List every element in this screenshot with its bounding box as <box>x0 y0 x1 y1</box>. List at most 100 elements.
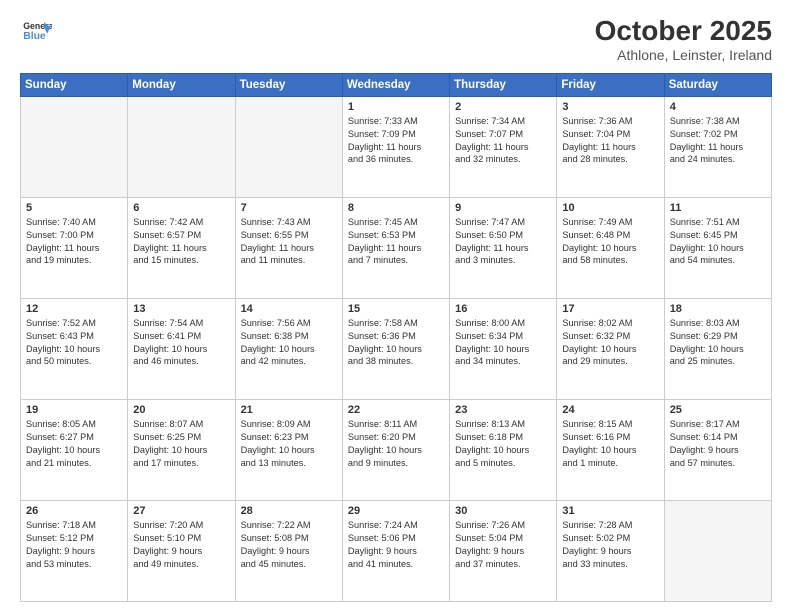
table-row: 25Sunrise: 8:17 AM Sunset: 6:14 PM Dayli… <box>664 399 771 500</box>
day-number: 5 <box>26 202 122 214</box>
table-row: 26 Sunrise: 7:18 AM Sunset: 5:12 PM Dayli… <box>21 500 128 601</box>
day-number: 2 <box>455 101 551 113</box>
day-info: Sunrise: 7:52 AM Sunset: 6:43 PM Dayligh… <box>26 317 122 369</box>
day-number: 16 <box>455 303 551 315</box>
table-row: 2 Sunrise: 7:34 AM Sunset: 7:07 PM Daylig… <box>450 96 557 197</box>
table-row: 11 Sunrise: 7:51 AM Sunset: 6:45 PM Dayli… <box>664 197 771 298</box>
day-number: 30 <box>455 505 551 517</box>
table-row: 6Sunrise: 7:42 AM Sunset: 6:57 PM Daylig… <box>128 197 235 298</box>
header: General Blue October 2025 Athlone, Leins… <box>20 16 772 63</box>
col-wednesday: Wednesday <box>342 73 449 96</box>
calendar-week-row: 19 Sunrise: 8:05 AM Sunset: 6:27 PM Dayli… <box>21 399 772 500</box>
day-number: 17 <box>562 303 658 315</box>
day-info: Sunrise: 7:24 AM Sunset: 5:06 PM Dayligh… <box>348 519 444 571</box>
logo-icon: General Blue <box>20 16 52 48</box>
day-info: Sunrise: 7:22 AM Sunset: 5:08 PM Dayligh… <box>241 519 337 571</box>
table-row <box>128 96 235 197</box>
day-info: Sunrise: 7:54 AM Sunset: 6:41 PM Dayligh… <box>133 317 229 369</box>
day-number: 13 <box>133 303 229 315</box>
day-number: 19 <box>26 404 122 416</box>
calendar-table: Sunday Monday Tuesday Wednesday Thursday… <box>20 73 772 602</box>
calendar-header-row: Sunday Monday Tuesday Wednesday Thursday… <box>21 73 772 96</box>
table-row: 29 Sunrise: 7:24 AM Sunset: 5:06 PM Dayli… <box>342 500 449 601</box>
table-row: 9Sunrise: 7:47 AM Sunset: 6:50 PM Daylig… <box>450 197 557 298</box>
col-thursday: Thursday <box>450 73 557 96</box>
day-info: Sunrise: 7:40 AM Sunset: 7:00 PM Dayligh… <box>26 216 122 268</box>
day-info: Sunrise: 7:34 AM Sunset: 7:07 PM Dayligh… <box>455 115 551 167</box>
page-title: October 2025 <box>595 16 772 47</box>
day-info: Sunrise: 7:26 AM Sunset: 5:04 PM Dayligh… <box>455 519 551 571</box>
table-row: 23Sunrise: 8:13 AM Sunset: 6:18 PM Dayli… <box>450 399 557 500</box>
col-saturday: Saturday <box>664 73 771 96</box>
table-row: 10 Sunrise: 7:49 AM Sunset: 6:48 PM Dayli… <box>557 197 664 298</box>
day-number: 24 <box>562 404 658 416</box>
day-number: 23 <box>455 404 551 416</box>
day-number: 26 <box>26 505 122 517</box>
table-row: 24Sunrise: 8:15 AM Sunset: 6:16 PM Dayli… <box>557 399 664 500</box>
table-row: 30 Sunrise: 7:26 AM Sunset: 5:04 PM Dayli… <box>450 500 557 601</box>
day-info: Sunrise: 7:28 AM Sunset: 5:02 PM Dayligh… <box>562 519 658 571</box>
table-row: 4Sunrise: 7:38 AM Sunset: 7:02 PM Daylig… <box>664 96 771 197</box>
day-number: 18 <box>670 303 766 315</box>
day-number: 14 <box>241 303 337 315</box>
col-friday: Friday <box>557 73 664 96</box>
table-row: 13 Sunrise: 7:54 AM Sunset: 6:41 PM Dayli… <box>128 298 235 399</box>
table-row: 7 Sunrise: 7:43 AM Sunset: 6:55 PM Daylig… <box>235 197 342 298</box>
table-row: 5 Sunrise: 7:40 AM Sunset: 7:00 PM Daylig… <box>21 197 128 298</box>
day-info: Sunrise: 7:56 AM Sunset: 6:38 PM Dayligh… <box>241 317 337 369</box>
table-row: 19 Sunrise: 8:05 AM Sunset: 6:27 PM Dayli… <box>21 399 128 500</box>
calendar-week-row: 5 Sunrise: 7:40 AM Sunset: 7:00 PM Daylig… <box>21 197 772 298</box>
svg-text:Blue: Blue <box>23 31 46 42</box>
day-number: 11 <box>670 202 766 214</box>
calendar-week-row: 26 Sunrise: 7:18 AM Sunset: 5:12 PM Dayli… <box>21 500 772 601</box>
day-info: Sunrise: 8:02 AM Sunset: 6:32 PM Dayligh… <box>562 317 658 369</box>
page: General Blue October 2025 Athlone, Leins… <box>0 0 792 612</box>
table-row: 22Sunrise: 8:11 AM Sunset: 6:20 PM Dayli… <box>342 399 449 500</box>
day-number: 21 <box>241 404 337 416</box>
day-info: Sunrise: 7:36 AM Sunset: 7:04 PM Dayligh… <box>562 115 658 167</box>
table-row: 12Sunrise: 7:52 AM Sunset: 6:43 PM Dayli… <box>21 298 128 399</box>
table-row: 8 Sunrise: 7:45 AM Sunset: 6:53 PM Daylig… <box>342 197 449 298</box>
calendar-week-row: 12Sunrise: 7:52 AM Sunset: 6:43 PM Dayli… <box>21 298 772 399</box>
table-row: 27Sunrise: 7:20 AM Sunset: 5:10 PM Dayli… <box>128 500 235 601</box>
day-info: Sunrise: 7:18 AM Sunset: 5:12 PM Dayligh… <box>26 519 122 571</box>
day-number: 20 <box>133 404 229 416</box>
day-info: Sunrise: 7:38 AM Sunset: 7:02 PM Dayligh… <box>670 115 766 167</box>
col-tuesday: Tuesday <box>235 73 342 96</box>
day-info: Sunrise: 8:05 AM Sunset: 6:27 PM Dayligh… <box>26 418 122 470</box>
day-info: Sunrise: 7:33 AM Sunset: 7:09 PM Dayligh… <box>348 115 444 167</box>
table-row <box>235 96 342 197</box>
table-row: 18 Sunrise: 8:03 AM Sunset: 6:29 PM Dayli… <box>664 298 771 399</box>
logo: General Blue <box>20 16 52 48</box>
day-number: 7 <box>241 202 337 214</box>
table-row: 20 Sunrise: 8:07 AM Sunset: 6:25 PM Dayli… <box>128 399 235 500</box>
table-row: 28 Sunrise: 7:22 AM Sunset: 5:08 PM Dayli… <box>235 500 342 601</box>
day-info: Sunrise: 7:49 AM Sunset: 6:48 PM Dayligh… <box>562 216 658 268</box>
table-row: 1 Sunrise: 7:33 AM Sunset: 7:09 PM Daylig… <box>342 96 449 197</box>
day-info: Sunrise: 8:07 AM Sunset: 6:25 PM Dayligh… <box>133 418 229 470</box>
day-number: 6 <box>133 202 229 214</box>
day-number: 28 <box>241 505 337 517</box>
day-number: 3 <box>562 101 658 113</box>
day-number: 10 <box>562 202 658 214</box>
col-sunday: Sunday <box>21 73 128 96</box>
day-number: 29 <box>348 505 444 517</box>
table-row: 17 Sunrise: 8:02 AM Sunset: 6:32 PM Dayli… <box>557 298 664 399</box>
calendar-week-row: 1 Sunrise: 7:33 AM Sunset: 7:09 PM Daylig… <box>21 96 772 197</box>
table-row: 3 Sunrise: 7:36 AM Sunset: 7:04 PM Daylig… <box>557 96 664 197</box>
day-number: 1 <box>348 101 444 113</box>
day-info: Sunrise: 8:11 AM Sunset: 6:20 PM Dayligh… <box>348 418 444 470</box>
day-number: 9 <box>455 202 551 214</box>
day-info: Sunrise: 8:00 AM Sunset: 6:34 PM Dayligh… <box>455 317 551 369</box>
day-info: Sunrise: 7:58 AM Sunset: 6:36 PM Dayligh… <box>348 317 444 369</box>
day-number: 31 <box>562 505 658 517</box>
day-info: Sunrise: 7:51 AM Sunset: 6:45 PM Dayligh… <box>670 216 766 268</box>
table-row: 14 Sunrise: 7:56 AM Sunset: 6:38 PM Dayli… <box>235 298 342 399</box>
day-info: Sunrise: 7:43 AM Sunset: 6:55 PM Dayligh… <box>241 216 337 268</box>
day-number: 15 <box>348 303 444 315</box>
table-row <box>21 96 128 197</box>
day-info: Sunrise: 8:03 AM Sunset: 6:29 PM Dayligh… <box>670 317 766 369</box>
day-info: Sunrise: 7:45 AM Sunset: 6:53 PM Dayligh… <box>348 216 444 268</box>
day-number: 8 <box>348 202 444 214</box>
day-info: Sunrise: 7:20 AM Sunset: 5:10 PM Dayligh… <box>133 519 229 571</box>
